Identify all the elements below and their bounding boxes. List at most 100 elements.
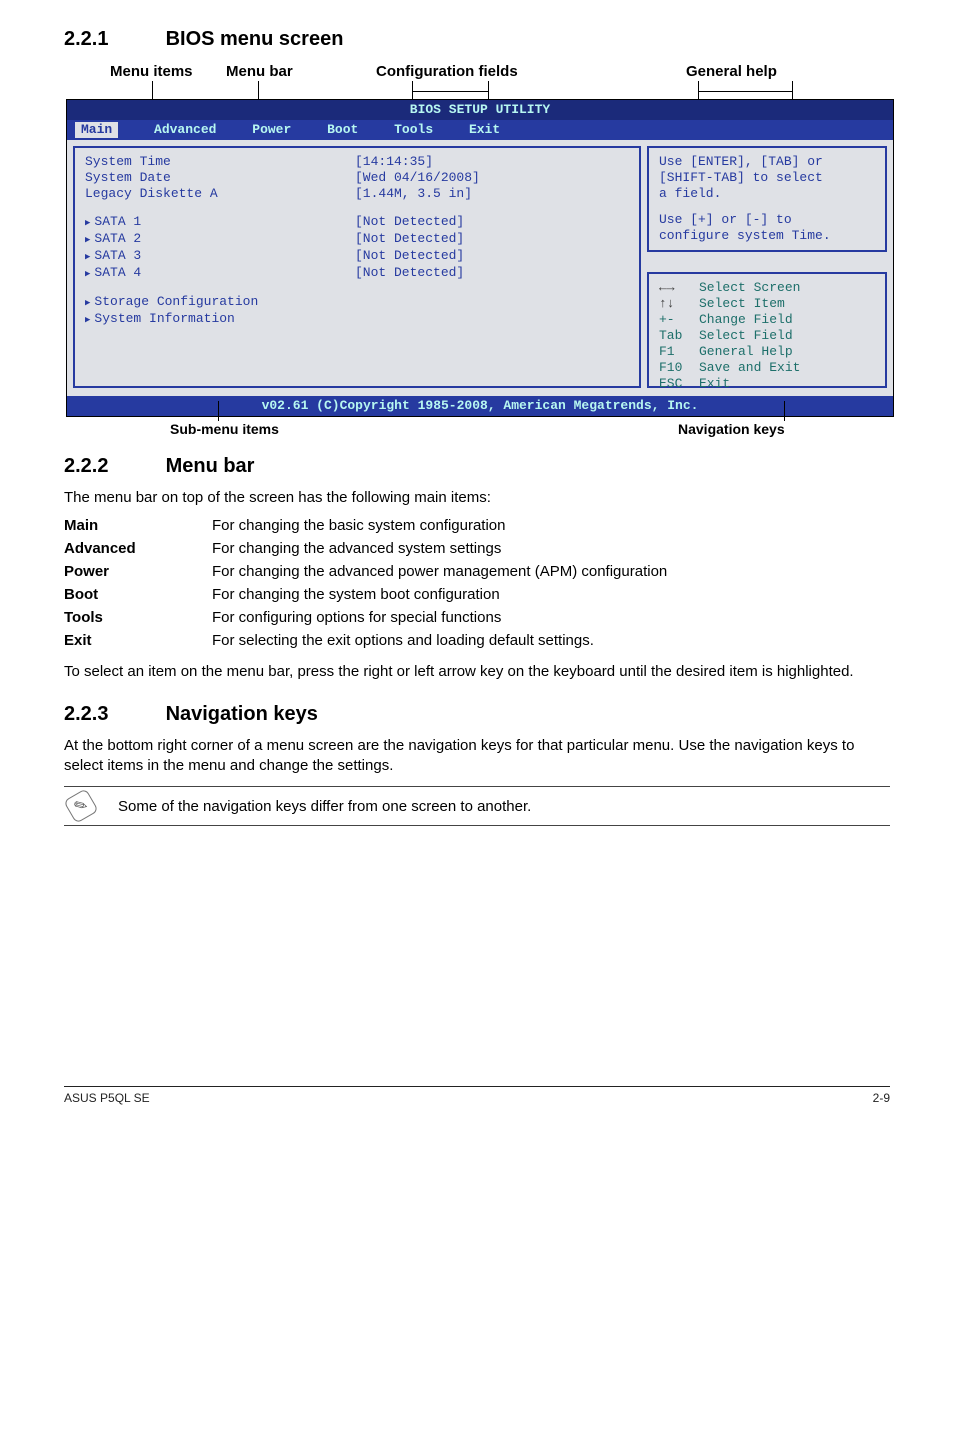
bios-item-label: SATA 2: [94, 231, 141, 246]
nav-desc: Select Item: [699, 296, 785, 311]
help-line: Use [ENTER], [TAB] or: [659, 154, 875, 170]
callout-submenu-items: Sub-menu items: [170, 421, 279, 437]
menubar-definitions: MainFor changing the basic system config…: [64, 514, 667, 652]
callout-line: [258, 81, 259, 99]
table-row: ToolsFor configuring options for special…: [64, 606, 667, 629]
bios-item-label: SATA 1: [94, 214, 141, 229]
bios-item-value: [Not Detected]: [355, 214, 464, 230]
def-key: Boot: [64, 583, 212, 606]
bios-footer: v02.61 (C)Copyright 1985-2008, American …: [67, 396, 893, 416]
page-footer: ASUS P5QL SE 2-9: [64, 1086, 890, 1105]
bios-window: BIOS SETUP UTILITY Main Advanced Power B…: [66, 99, 894, 417]
def-val: For changing the advanced power manageme…: [212, 560, 667, 583]
callout-menu-items: Menu items: [110, 63, 193, 80]
bios-panel-main: System Time [14:14:35] System Date [Wed …: [73, 146, 641, 388]
footer-left: ASUS P5QL SE: [64, 1091, 150, 1105]
help-line: Use [+] or [-] to: [659, 212, 875, 228]
section-223-number: 2.2.3: [64, 703, 160, 726]
section-222-number: 2.2.2: [64, 455, 160, 478]
nav-key: F10: [659, 360, 699, 376]
nav-row: +-Change Field: [659, 312, 875, 328]
bios-tab-exit: Exit: [469, 122, 500, 138]
bios-item-label: Legacy Diskette A: [85, 186, 218, 201]
callout-line: [412, 81, 413, 99]
section-221-heading: 2.2.1 BIOS menu screen: [64, 28, 890, 51]
bios-tab-tools: Tools: [394, 122, 433, 138]
nav-row: ↑↓Select Item: [659, 296, 875, 312]
nav-row: ESCExit: [659, 376, 875, 392]
bios-spacer: [85, 202, 629, 214]
callout-general-help: General help: [686, 63, 777, 80]
section-222-title: Menu bar: [166, 455, 255, 477]
menubar-note: To select an item on the menu bar, press…: [64, 662, 890, 682]
table-row: AdvancedFor changing the advanced system…: [64, 537, 667, 560]
nav-row: F10Save and Exit: [659, 360, 875, 376]
table-row: PowerFor changing the advanced power man…: [64, 560, 667, 583]
bios-row: Storage Configuration: [85, 294, 629, 311]
bios-item-label: Storage Configuration: [94, 294, 258, 309]
bios-title: BIOS SETUP UTILITY: [67, 100, 893, 120]
bios-row: SATA 4 [Not Detected]: [85, 265, 629, 282]
note-text: Some of the navigation keys differ from …: [118, 798, 531, 815]
callout-navigation-keys: Navigation keys: [678, 421, 785, 437]
nav-row: TabSelect Field: [659, 328, 875, 344]
nav-desc: Select Field: [699, 328, 793, 343]
bios-spacer: [659, 202, 875, 212]
footer-right: 2-9: [873, 1091, 890, 1105]
def-val: For selecting the exit options and loadi…: [212, 629, 667, 652]
nav-key: +-: [659, 312, 699, 328]
bios-item-label: System Information: [94, 311, 234, 326]
nav-desc: General Help: [699, 344, 793, 359]
bios-item-value: [Wed 04/16/2008]: [355, 170, 480, 186]
nav-key: ←→: [659, 280, 699, 296]
section-223-title: Navigation keys: [166, 703, 318, 725]
nav-key: ESC: [659, 376, 699, 392]
bios-item-value: [Not Detected]: [355, 265, 464, 281]
menubar-intro: The menu bar on top of the screen has th…: [64, 488, 890, 508]
bios-menubar: Main Advanced Power Boot Tools Exit: [67, 120, 893, 140]
nav-key: Tab: [659, 328, 699, 344]
nav-desc: Change Field: [699, 312, 793, 327]
bios-item-value: [Not Detected]: [355, 248, 464, 264]
pencil-icon: ✎: [63, 788, 99, 824]
section-222-heading: 2.2.2 Menu bar: [64, 455, 890, 478]
callout-line: [784, 401, 785, 421]
bios-row: System Information: [85, 311, 629, 328]
nav-row: ←→Select Screen: [659, 280, 875, 296]
bios-tab-advanced: Advanced: [154, 122, 216, 138]
def-val: For configuring options for special func…: [212, 606, 667, 629]
bios-item-label: SATA 4: [94, 265, 141, 280]
bios-panel-help-text: Use [ENTER], [TAB] or [SHIFT-TAB] to sel…: [647, 146, 887, 252]
bios-row: System Time [14:14:35]: [85, 154, 629, 170]
help-line: [SHIFT-TAB] to select: [659, 170, 875, 186]
nav-desc: Save and Exit: [699, 360, 800, 375]
callout-line: [412, 91, 488, 92]
bios-spacer: [85, 282, 629, 294]
callout-line: [152, 81, 153, 99]
def-key: Advanced: [64, 537, 212, 560]
def-val: For changing the advanced system setting…: [212, 537, 667, 560]
nav-desc: Exit: [699, 376, 730, 391]
help-line: configure system Time.: [659, 228, 875, 244]
bios-panel-nav-keys: ←→Select Screen ↑↓Select Item +-Change F…: [647, 272, 887, 388]
bios-row: SATA 3 [Not Detected]: [85, 248, 629, 265]
bios-item-value: [1.44M, 3.5 in]: [355, 186, 472, 202]
bios-row: Legacy Diskette A [1.44M, 3.5 in]: [85, 186, 629, 202]
callout-menu-bar: Menu bar: [226, 63, 293, 80]
nav-key: F1: [659, 344, 699, 360]
def-key: Power: [64, 560, 212, 583]
def-val: For changing the system boot configurati…: [212, 583, 667, 606]
bios-tab-main: Main: [75, 122, 118, 138]
bios-row: SATA 1 [Not Detected]: [85, 214, 629, 231]
bios-item-value: [Not Detected]: [355, 231, 464, 247]
bios-row: System Date [Wed 04/16/2008]: [85, 170, 629, 186]
nav-row: F1General Help: [659, 344, 875, 360]
bios-tab-boot: Boot: [327, 122, 358, 138]
section-221-number: 2.2.1: [64, 28, 160, 51]
callout-line: [698, 91, 792, 92]
bios-diagram: Menu items Menu bar Configuration fields…: [66, 61, 894, 441]
bios-item-label: SATA 3: [94, 248, 141, 263]
bios-item-label: System Time: [85, 154, 171, 169]
bios-body: System Time [14:14:35] System Date [Wed …: [67, 140, 893, 396]
bios-item-value: [14:14:35]: [355, 154, 433, 170]
